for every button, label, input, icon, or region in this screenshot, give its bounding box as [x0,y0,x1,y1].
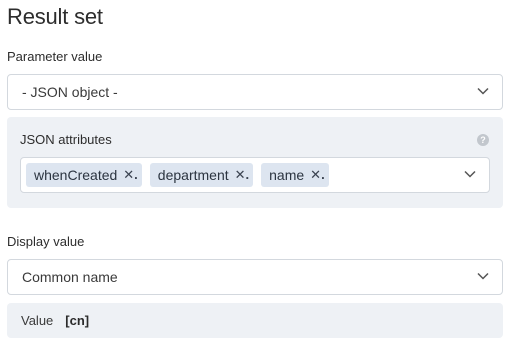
parameter-value-label: Parameter value [7,49,103,64]
chevron-down-icon [476,84,490,98]
remove-tag-icon[interactable]: ✕. [235,167,250,183]
attribute-tag: department ✕. [149,163,254,187]
value-label: Value [21,313,54,328]
parameter-value-select[interactable]: - JSON object - [7,74,503,110]
json-attributes-label: JSON attributes [20,132,112,147]
json-attributes-multiselect[interactable]: whenCreated ✕. department ✕. name ✕. [20,157,490,193]
attribute-tag: whenCreated ✕. [26,163,142,187]
page-title: Result set [7,4,103,29]
value-text: [cn] [65,313,90,328]
attribute-tag-label: name [269,167,305,183]
attribute-tag-label: department [157,167,229,183]
json-attributes-panel: JSON attributes ? whenCreated ✕. departm… [7,117,503,208]
display-value-select[interactable]: Common name [7,259,503,295]
remove-tag-icon[interactable]: ✕. [310,167,325,183]
display-value-selected: Common name [22,269,118,285]
parameter-value-selected: - JSON object - [22,84,118,100]
display-value-label: Display value [7,234,85,249]
question-icon[interactable]: ? [477,134,489,146]
attribute-tag-label: whenCreated [34,167,118,183]
remove-tag-icon[interactable]: ✕. [123,167,138,183]
attribute-tag: name ✕. [261,163,329,187]
chevron-down-icon[interactable] [463,167,477,181]
value-row: Value [cn] [7,303,503,338]
chevron-down-icon [476,269,490,283]
